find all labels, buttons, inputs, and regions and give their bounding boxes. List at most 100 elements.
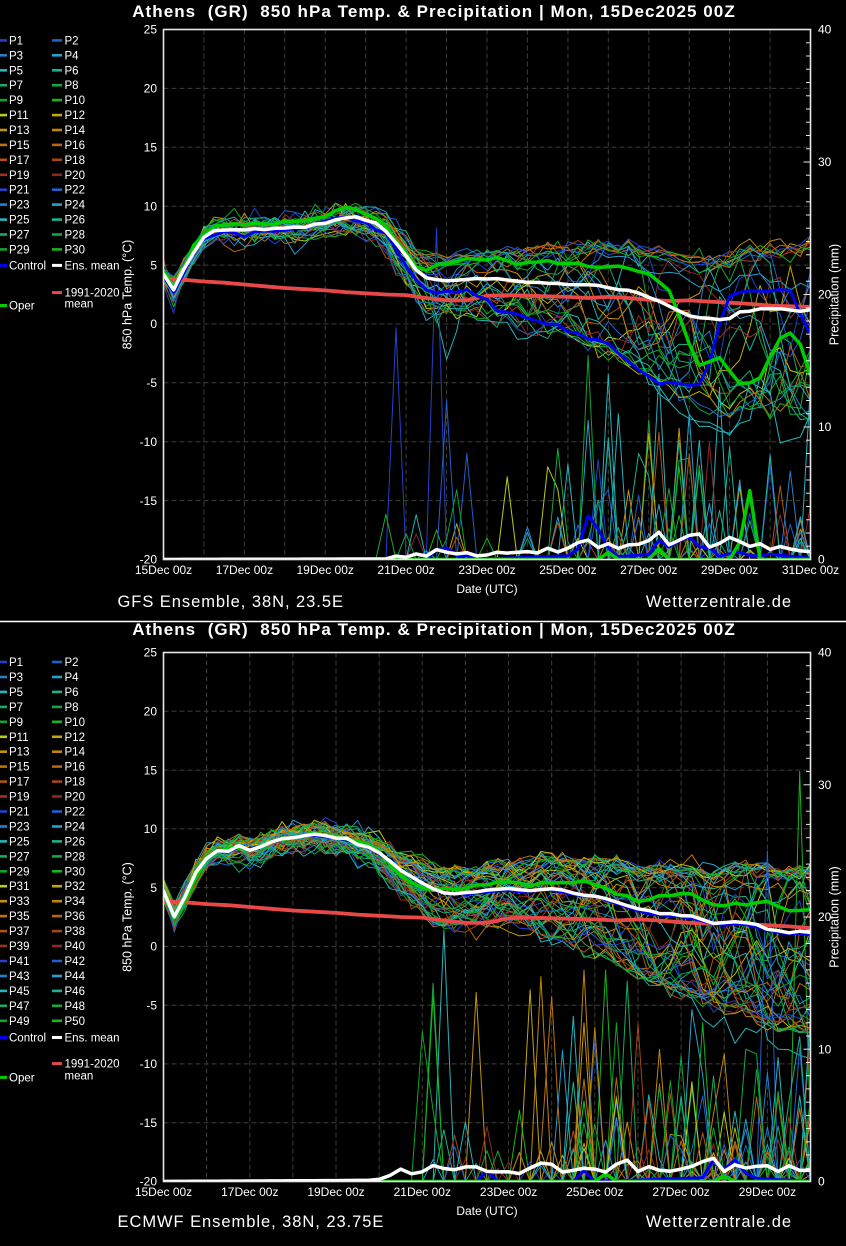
svg-text:P50: P50 — [65, 1016, 85, 1028]
svg-text:P32: P32 — [65, 881, 85, 893]
svg-text:P25: P25 — [9, 836, 29, 848]
svg-text:23Dec 00z: 23Dec 00z — [480, 1185, 537, 1199]
svg-text:-10: -10 — [140, 435, 158, 449]
svg-text:10: 10 — [144, 822, 158, 836]
svg-text:P30: P30 — [65, 244, 85, 256]
svg-text:40: 40 — [818, 23, 832, 37]
svg-text:31Dec 00z: 31Dec 00z — [782, 563, 839, 577]
svg-text:15Dec 00z: 15Dec 00z — [135, 1185, 192, 1199]
svg-text:P14: P14 — [65, 125, 86, 137]
svg-text:19Dec 00z: 19Dec 00z — [307, 1185, 364, 1199]
svg-text:10: 10 — [818, 420, 832, 434]
svg-text:P2: P2 — [65, 35, 79, 47]
svg-text:P48: P48 — [65, 1001, 85, 1013]
svg-text:-10: -10 — [140, 1057, 158, 1071]
svg-text:P6: P6 — [65, 687, 79, 699]
svg-text:Athens (GR) 850 hPa Temp. &: Athens (GR) 850 hPa Temp. & Precipitatio… — [132, 620, 736, 639]
svg-text:30: 30 — [818, 778, 832, 792]
svg-text:P28: P28 — [65, 851, 85, 863]
svg-text:P30: P30 — [65, 866, 85, 878]
svg-text:P26: P26 — [65, 836, 85, 848]
svg-text:P23: P23 — [9, 822, 29, 834]
svg-text:P9: P9 — [9, 95, 23, 107]
svg-text:30: 30 — [818, 155, 832, 169]
svg-text:P49: P49 — [9, 1016, 29, 1028]
svg-text:P15: P15 — [9, 140, 29, 152]
svg-text:17Dec 00z: 17Dec 00z — [221, 1185, 278, 1199]
svg-text:P36: P36 — [65, 911, 85, 923]
svg-text:10: 10 — [144, 199, 158, 213]
svg-text:P14: P14 — [65, 747, 86, 759]
svg-text:P37: P37 — [9, 926, 29, 938]
svg-text:P40: P40 — [65, 941, 85, 953]
svg-text:17Dec 00z: 17Dec 00z — [216, 563, 273, 577]
svg-text:P1: P1 — [9, 657, 23, 669]
svg-text:P19: P19 — [9, 170, 29, 182]
svg-text:0: 0 — [150, 317, 157, 331]
svg-text:P26: P26 — [65, 215, 85, 227]
svg-text:20: 20 — [144, 705, 158, 719]
svg-text:P20: P20 — [65, 792, 85, 804]
svg-text:P34: P34 — [65, 896, 86, 908]
svg-text:5: 5 — [150, 881, 157, 895]
svg-text:Athens (GR) 850 hPa Temp. &: Athens (GR) 850 hPa Temp. & Precipitatio… — [132, 2, 736, 21]
svg-text:P18: P18 — [65, 155, 85, 167]
svg-text:P25: P25 — [9, 215, 29, 227]
svg-text:Precipitation (mm): Precipitation (mm) — [828, 244, 842, 345]
svg-text:P16: P16 — [65, 140, 85, 152]
svg-text:20: 20 — [144, 82, 158, 96]
svg-text:P38: P38 — [65, 926, 85, 938]
svg-text:P29: P29 — [9, 866, 29, 878]
svg-text:25: 25 — [144, 23, 158, 37]
svg-text:P21: P21 — [9, 185, 29, 197]
svg-text:Control: Control — [9, 1033, 46, 1045]
svg-text:15: 15 — [144, 763, 158, 777]
svg-text:0: 0 — [818, 1175, 825, 1189]
svg-text:25Dec 00z: 25Dec 00z — [539, 563, 596, 577]
svg-text:P7: P7 — [9, 702, 23, 714]
svg-text:P16: P16 — [65, 762, 85, 774]
svg-text:P18: P18 — [65, 777, 85, 789]
svg-text:29Dec 00z: 29Dec 00z — [739, 1185, 796, 1199]
svg-text:P7: P7 — [9, 80, 23, 92]
svg-text:1991-2020: 1991-2020 — [65, 1059, 120, 1071]
svg-text:0: 0 — [150, 940, 157, 954]
svg-text:P41: P41 — [9, 956, 29, 968]
svg-text:19Dec 00z: 19Dec 00z — [297, 563, 354, 577]
svg-text:P45: P45 — [9, 986, 29, 998]
svg-text:P13: P13 — [9, 125, 29, 137]
svg-text:P6: P6 — [65, 65, 79, 77]
svg-text:mean: mean — [65, 299, 94, 311]
svg-text:P17: P17 — [9, 155, 29, 167]
svg-text:P33: P33 — [9, 896, 29, 908]
svg-text:P11: P11 — [9, 110, 29, 122]
svg-text:Precipitation (mm): Precipitation (mm) — [828, 866, 842, 967]
svg-text:GFS Ensemble, 38N, 23.5E: GFS Ensemble, 38N, 23.5E — [118, 593, 344, 611]
svg-text:Date (UTC): Date (UTC) — [456, 1204, 517, 1218]
svg-text:P11: P11 — [9, 732, 29, 744]
svg-text:23Dec 00z: 23Dec 00z — [458, 563, 515, 577]
svg-text:P46: P46 — [65, 986, 85, 998]
svg-text:P44: P44 — [65, 971, 86, 983]
svg-text:P4: P4 — [65, 672, 80, 684]
svg-text:P24: P24 — [65, 822, 86, 834]
svg-text:P31: P31 — [9, 881, 29, 893]
svg-text:P29: P29 — [9, 244, 29, 256]
svg-text:P39: P39 — [9, 941, 29, 953]
svg-text:27Dec 00z: 27Dec 00z — [620, 563, 677, 577]
svg-text:25Dec 00z: 25Dec 00z — [566, 1185, 623, 1199]
svg-text:P15: P15 — [9, 762, 29, 774]
svg-text:P23: P23 — [9, 200, 29, 212]
svg-text:P12: P12 — [65, 110, 85, 122]
svg-text:Ens. mean: Ens. mean — [65, 260, 120, 272]
svg-text:ECMWF Ensemble, 38N, 23.75E: ECMWF Ensemble, 38N, 23.75E — [118, 1213, 385, 1231]
svg-text:P22: P22 — [65, 185, 85, 197]
svg-text:P10: P10 — [65, 717, 85, 729]
svg-text:Ens. mean: Ens. mean — [65, 1033, 120, 1045]
svg-text:P47: P47 — [9, 1001, 29, 1013]
svg-text:15Dec 00z: 15Dec 00z — [135, 563, 192, 577]
svg-text:850 hPa Temp. (°C): 850 hPa Temp. (°C) — [121, 240, 135, 350]
svg-text:P5: P5 — [9, 65, 23, 77]
svg-text:27Dec 00z: 27Dec 00z — [652, 1185, 709, 1199]
svg-text:25: 25 — [144, 646, 158, 660]
